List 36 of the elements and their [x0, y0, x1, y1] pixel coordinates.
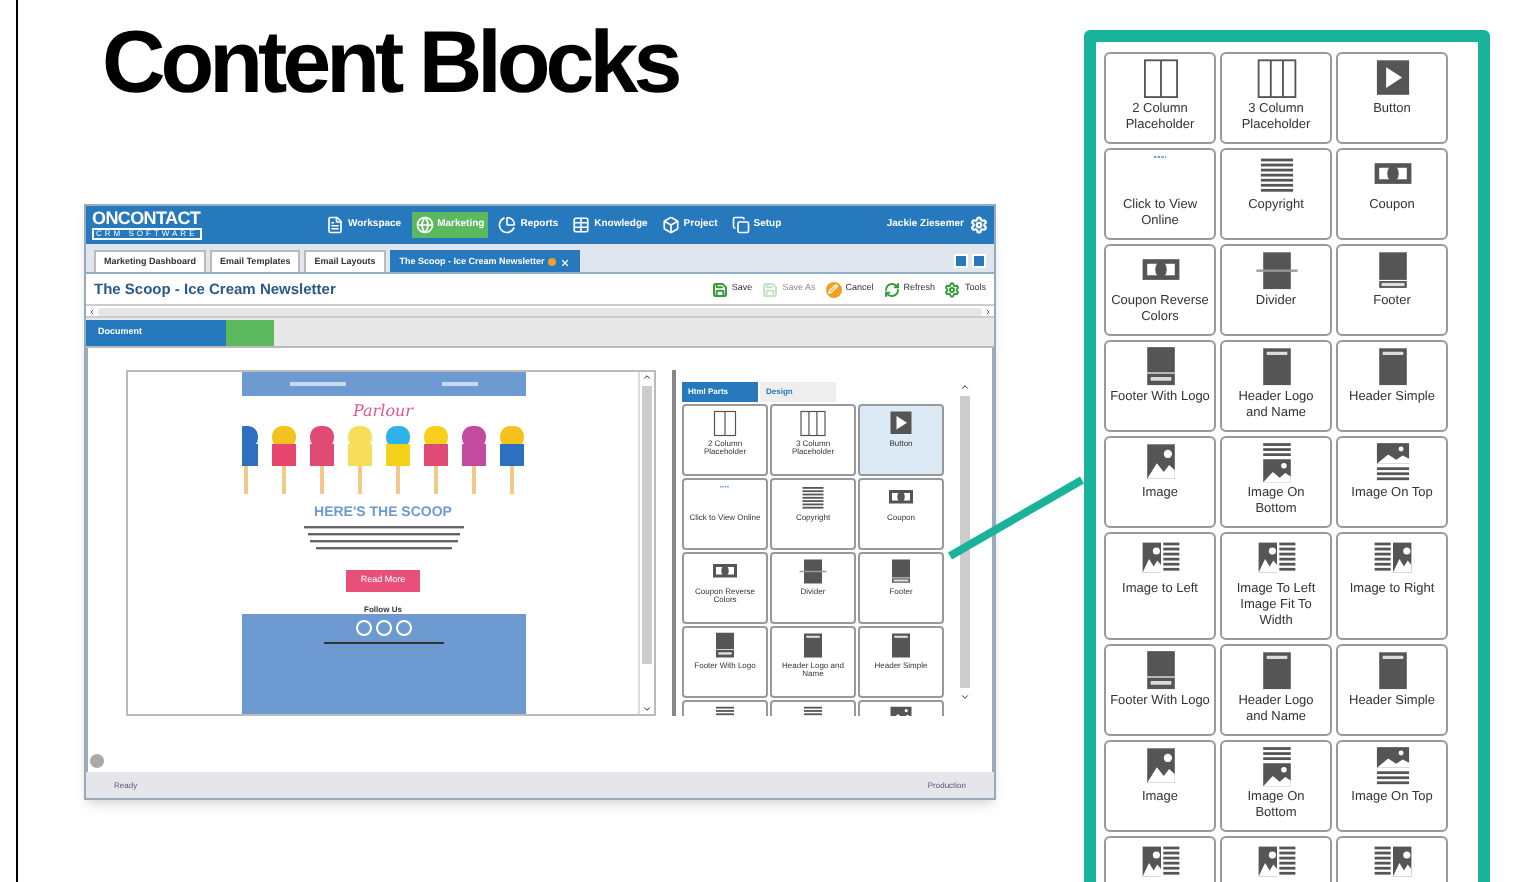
- globe-icon: [415, 216, 434, 234]
- block-icon: [1137, 842, 1183, 882]
- dashed-line-icon: [1153, 156, 1167, 159]
- block-icon: [886, 410, 916, 437]
- block-icon: [1253, 250, 1299, 292]
- save-icon: [762, 281, 779, 297]
- close-icon[interactable]: [560, 257, 571, 267]
- refresh-icon: [883, 281, 900, 297]
- block-icon: [798, 558, 828, 585]
- vertical-scrollbar[interactable]: [956, 382, 974, 702]
- text-lines-drawing: [441, 382, 477, 386]
- dashed-line-icon: [720, 485, 730, 487]
- collapse-handle-icon[interactable]: [90, 754, 104, 768]
- block-icon: [710, 410, 740, 437]
- block-icon: [798, 484, 828, 511]
- pencil-icon: [825, 281, 842, 297]
- brand-logo: Parlour: [353, 402, 413, 422]
- block-icon: [1369, 842, 1415, 882]
- block-icon: [798, 632, 828, 659]
- horizontal-scrollbar[interactable]: [86, 304, 994, 318]
- windows-icon: [731, 216, 750, 234]
- table-icon: [572, 216, 591, 234]
- block-icon: [1253, 842, 1299, 882]
- vertical-scrollbar[interactable]: [638, 372, 654, 714]
- block-icon: [1253, 58, 1299, 100]
- pie-chart-icon: [498, 216, 517, 234]
- block-icon: [886, 558, 916, 585]
- text-lines-drawing: [323, 641, 443, 645]
- slide-title: Content Blocks: [102, 12, 681, 116]
- save-icon: [711, 281, 728, 297]
- block-icon: [886, 632, 916, 659]
- box-icon: [661, 216, 680, 234]
- document-icon: [326, 216, 344, 234]
- block-icon: [710, 632, 740, 659]
- text-lines-drawing: [289, 382, 345, 386]
- block-icon: [798, 410, 828, 437]
